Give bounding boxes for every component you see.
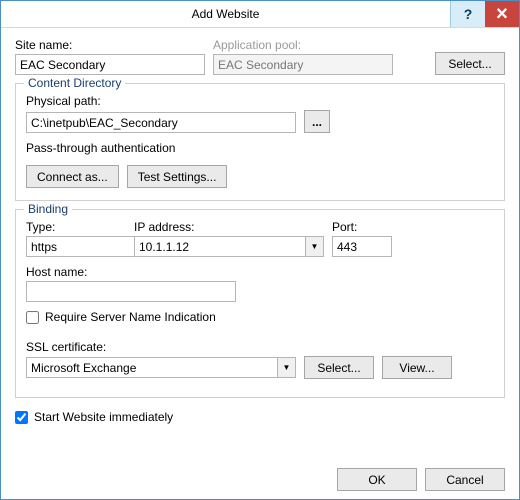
port-label: Port: — [332, 220, 392, 234]
ip-address-label: IP address: — [134, 220, 324, 234]
site-name-label: Site name: — [15, 38, 205, 52]
type-select[interactable]: ▼ — [26, 236, 126, 257]
physical-path-input[interactable] — [26, 112, 296, 133]
host-name-label: Host name: — [26, 265, 494, 279]
window-buttons: ? 🗙 — [450, 1, 519, 27]
start-immediately-checkbox[interactable] — [15, 411, 28, 424]
site-row: Site name: Application pool: Select... — [15, 38, 505, 75]
require-sni-label: Require Server Name Indication — [45, 310, 216, 324]
site-name-input[interactable] — [15, 54, 205, 75]
binding-legend: Binding — [24, 202, 72, 216]
app-pool-label: Application pool: — [213, 38, 393, 52]
connect-as-button[interactable]: Connect as... — [26, 165, 119, 188]
type-label: Type: — [26, 220, 126, 234]
ssl-select-button[interactable]: Select... — [304, 356, 374, 379]
ip-address-value[interactable] — [134, 236, 305, 257]
browse-path-button[interactable]: ... — [304, 110, 330, 133]
ssl-view-button[interactable]: View... — [382, 356, 452, 379]
passthrough-label: Pass-through authentication — [26, 141, 494, 155]
physical-path-label: Physical path: — [26, 94, 494, 108]
client-area: Site name: Application pool: Select... C… — [1, 28, 519, 436]
add-website-dialog: Add Website ? 🗙 Site name: Application p… — [0, 0, 520, 500]
ssl-cert-select[interactable]: ▼ — [26, 357, 296, 378]
chevron-down-icon[interactable]: ▼ — [277, 357, 296, 378]
ok-button[interactable]: OK — [337, 468, 417, 491]
help-button[interactable]: ? — [450, 1, 485, 27]
close-button[interactable]: 🗙 — [485, 1, 519, 27]
cancel-button[interactable]: Cancel — [425, 468, 505, 491]
host-name-input[interactable] — [26, 281, 236, 302]
window-title: Add Website — [1, 1, 450, 27]
port-input[interactable] — [332, 236, 392, 257]
app-pool-input — [213, 54, 393, 75]
require-sni-checkbox[interactable] — [26, 311, 39, 324]
ssl-cert-label: SSL certificate: — [26, 340, 494, 354]
app-pool-select-button[interactable]: Select... — [435, 52, 505, 75]
dialog-buttons: OK Cancel — [337, 468, 505, 491]
chevron-down-icon[interactable]: ▼ — [305, 236, 324, 257]
ssl-cert-value[interactable] — [26, 357, 277, 378]
binding-group: Binding Type: ▼ IP address: ▼ — [15, 209, 505, 398]
start-immediately-label: Start Website immediately — [34, 410, 173, 424]
content-directory-group: Content Directory Physical path: ... Pas… — [15, 83, 505, 201]
titlebar: Add Website ? 🗙 — [1, 1, 519, 28]
content-directory-legend: Content Directory — [24, 76, 125, 90]
ip-address-select[interactable]: ▼ — [134, 236, 324, 257]
test-settings-button[interactable]: Test Settings... — [127, 165, 228, 188]
